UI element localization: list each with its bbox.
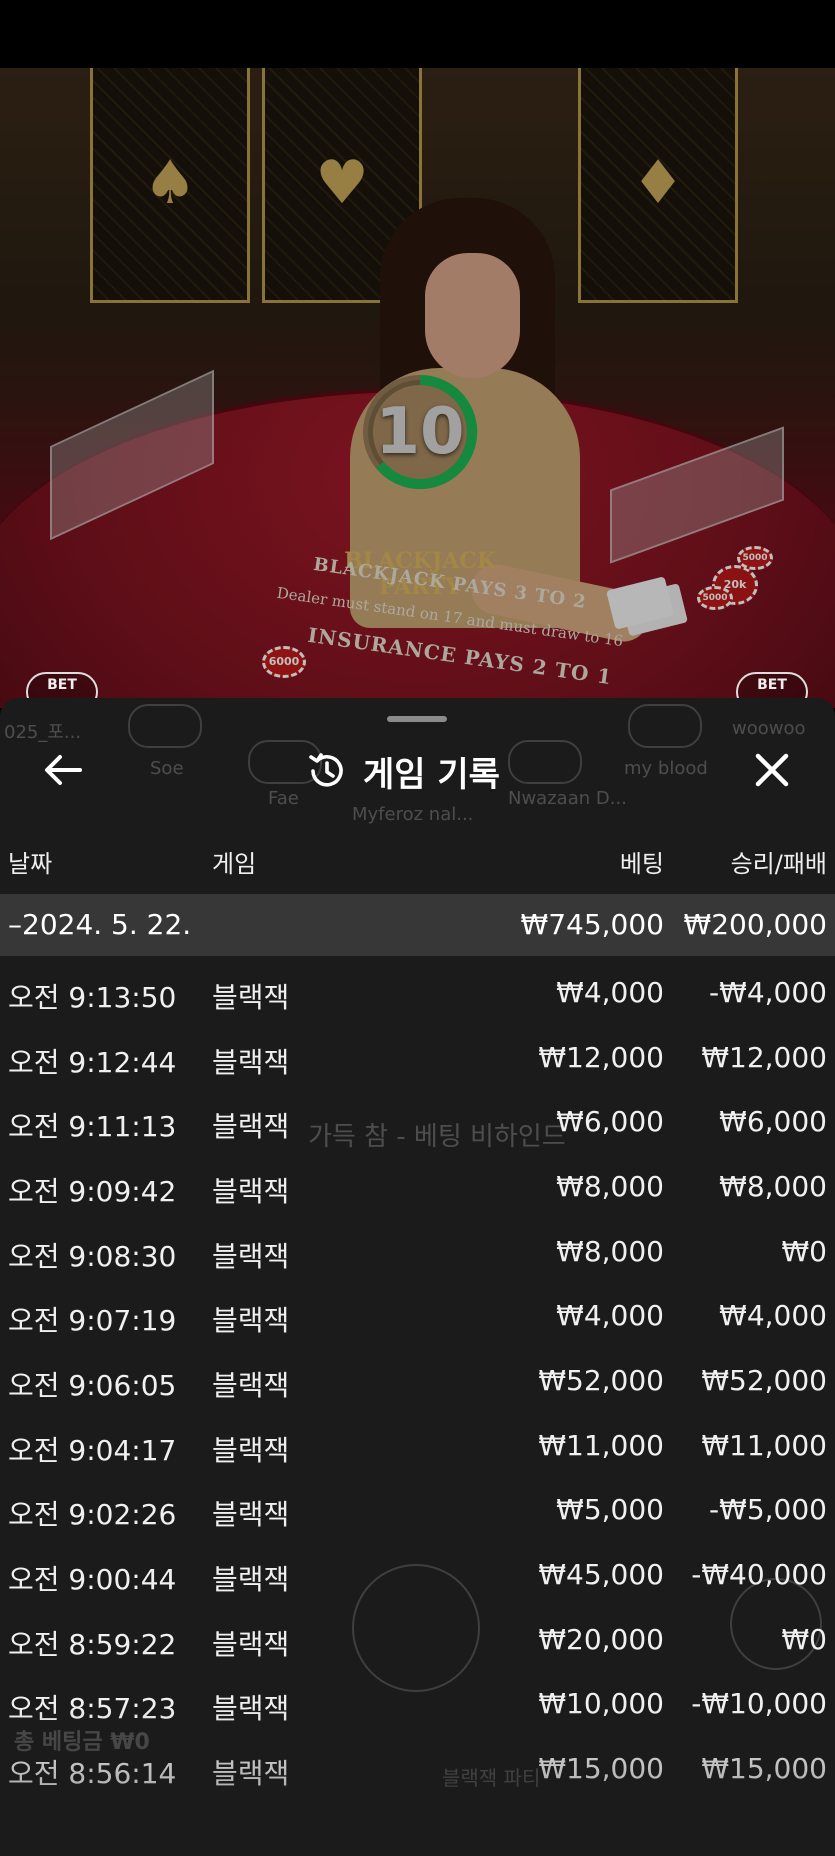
row-bet: ₩20,000 [538, 1623, 664, 1656]
row-game: 블랙잭 [212, 981, 290, 1014]
history-icon [309, 753, 343, 787]
row-bet: ₩15,000 [538, 1752, 664, 1785]
ghost-seat: Fae [268, 788, 299, 809]
row-time: 오전 8:56:14 [8, 1757, 177, 1790]
history-row[interactable]: 오전 8:59:22 블랙잭 ₩20,000 ₩0 [0, 1609, 835, 1674]
row-time: 오전 9:06:05 [8, 1369, 177, 1402]
row-time: 오전 9:13:50 [8, 981, 177, 1014]
row-game: 블랙잭 [212, 1563, 290, 1596]
row-result: ₩0 [781, 1235, 828, 1268]
back-button[interactable] [40, 746, 88, 794]
arrow-left-icon [45, 755, 82, 785]
row-time: 오전 9:07:19 [8, 1304, 177, 1337]
status-bar [0, 0, 835, 68]
row-result: ₩0 [781, 1623, 828, 1656]
close-button[interactable] [748, 746, 796, 794]
ghost-pill [128, 704, 202, 748]
history-row[interactable]: 오전 9:00:44 블랙잭 ₩45,000 -₩40,000 [0, 1544, 835, 1609]
history-row[interactable]: 오전 9:12:44 블랙잭 ₩12,000 ₩12,000 [0, 1027, 835, 1092]
drag-handle[interactable] [387, 716, 447, 722]
row-time: 오전 9:11:13 [8, 1110, 177, 1143]
row-time: 오전 9:08:30 [8, 1240, 177, 1273]
row-time: 오전 8:57:23 [8, 1692, 177, 1725]
row-game: 블랙잭 [212, 1110, 290, 1143]
history-row[interactable]: 오전 9:07:19 블랙잭 ₩4,000 ₩4,000 [0, 1285, 835, 1350]
row-result: -₩5,000 [709, 1493, 827, 1526]
row-bet: ₩10,000 [538, 1687, 664, 1720]
summary-date: –2024. 5. 22. [8, 908, 192, 941]
summary-result: ₩200,000 [683, 908, 827, 941]
history-row[interactable]: 오전 9:04:17 블랙잭 ₩11,000 ₩11,000 [0, 1415, 835, 1480]
video-dim-overlay [0, 68, 835, 708]
row-result: -₩4,000 [709, 976, 827, 1009]
header-date: 날짜 [8, 850, 53, 878]
row-time: 오전 8:59:22 [8, 1628, 177, 1661]
ghost-seat: Nwazaan D... [508, 788, 627, 809]
history-row[interactable]: 오전 9:13:50 블랙잭 ₩4,000 -₩4,000 [0, 962, 835, 1027]
row-result: ₩4,000 [719, 1299, 827, 1332]
row-game: 블랙잭 [212, 1498, 290, 1531]
row-game: 블랙잭 [212, 1240, 290, 1273]
sheet-header: 게임 기록 [305, 744, 500, 798]
ghost-seat: Myferoz nal... [352, 804, 474, 825]
header-bet: 베팅 [619, 850, 664, 878]
row-game: 블랙잭 [212, 1175, 290, 1208]
row-time: 오전 9:12:44 [8, 1046, 177, 1079]
row-game: 블랙잭 [212, 1304, 290, 1337]
ghost-pill [628, 704, 702, 748]
history-row[interactable]: 오전 9:11:13 블랙잭 ₩6,000 ₩6,000 [0, 1091, 835, 1156]
history-row[interactable]: 오전 9:02:26 블랙잭 ₩5,000 -₩5,000 [0, 1479, 835, 1544]
row-result: ₩52,000 [701, 1364, 827, 1397]
row-result: ₩8,000 [719, 1170, 827, 1203]
row-game: 블랙잭 [212, 1046, 290, 1079]
row-bet: ₩4,000 [556, 1299, 664, 1332]
row-result: -₩10,000 [691, 1687, 827, 1720]
row-time: 오전 9:09:42 [8, 1175, 177, 1208]
history-row[interactable]: 오전 8:57:23 블랙잭 ₩10,000 -₩10,000 [0, 1673, 835, 1738]
row-game: 블랙잭 [212, 1757, 290, 1790]
header-result: 승리/패배 [730, 850, 827, 878]
ghost-seat: woowoo [732, 718, 806, 739]
row-game: 블랙잭 [212, 1628, 290, 1661]
row-result: ₩6,000 [719, 1105, 827, 1138]
row-game: 블랙잭 [212, 1369, 290, 1402]
row-game: 블랙잭 [212, 1692, 290, 1725]
row-bet: ₩11,000 [538, 1429, 664, 1462]
history-row[interactable]: 오전 8:56:14 블랙잭 ₩15,000 ₩15,000 [0, 1738, 835, 1803]
ghost-seat: my blood [624, 758, 708, 779]
row-result: ₩15,000 [701, 1752, 827, 1785]
ghost-pill [508, 740, 582, 784]
live-video: ♠ ♥ ♦ BLACKJACK PARTY BLACKJACK PAYS 3 T… [0, 68, 835, 708]
sheet-title: 게임 기록 [363, 754, 500, 795]
row-bet: ₩12,000 [538, 1041, 664, 1074]
game-history-sheet: 025_포... Soe Fae Myferoz nal... Nwazaan … [0, 698, 835, 1856]
row-bet: ₩4,000 [556, 976, 664, 1009]
ghost-seat: Soe [150, 758, 184, 779]
history-row[interactable]: 오전 9:09:42 블랙잭 ₩8,000 ₩8,000 [0, 1156, 835, 1221]
header-game: 게임 [212, 850, 257, 878]
row-bet: ₩8,000 [556, 1170, 664, 1203]
row-result: ₩12,000 [701, 1041, 827, 1074]
row-game: 블랙잭 [212, 1434, 290, 1467]
row-bet: ₩8,000 [556, 1235, 664, 1268]
row-bet: ₩52,000 [538, 1364, 664, 1397]
row-result: ₩11,000 [701, 1429, 827, 1462]
history-row[interactable]: 오전 9:08:30 블랙잭 ₩8,000 ₩0 [0, 1221, 835, 1286]
close-icon [755, 753, 789, 787]
row-time: 오전 9:02:26 [8, 1498, 177, 1531]
row-time: 오전 9:04:17 [8, 1434, 177, 1467]
row-bet: ₩6,000 [556, 1105, 664, 1138]
ghost-seat: 025_포... [4, 722, 82, 743]
row-bet: ₩45,000 [538, 1558, 664, 1591]
summary-bet: ₩745,000 [520, 908, 664, 941]
row-bet: ₩5,000 [556, 1493, 664, 1526]
row-result: -₩40,000 [691, 1558, 827, 1591]
row-time: 오전 9:00:44 [8, 1563, 177, 1596]
history-row[interactable]: 오전 9:06:05 블랙잭 ₩52,000 ₩52,000 [0, 1350, 835, 1415]
date-summary-row[interactable]: –2024. 5. 22. ₩745,000 ₩200,000 [0, 894, 835, 956]
